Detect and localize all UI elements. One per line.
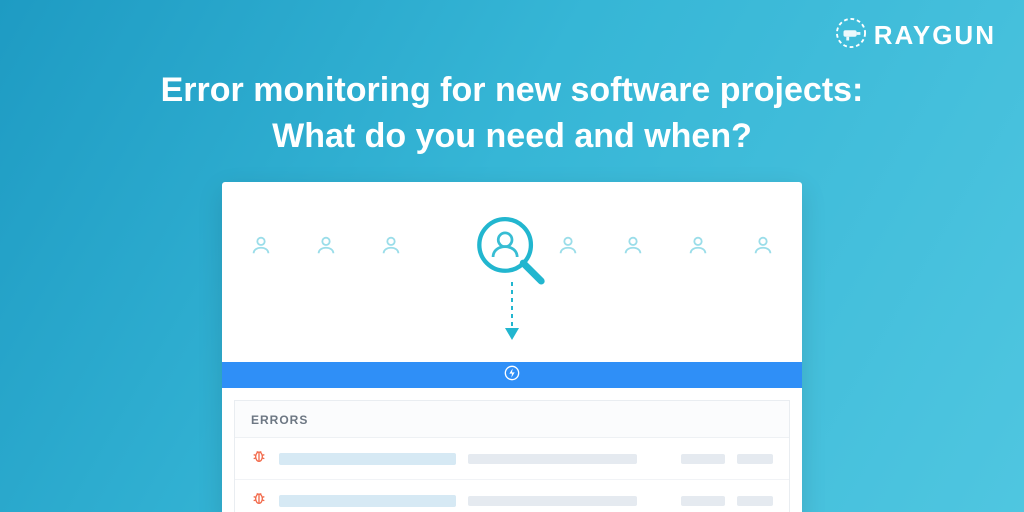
placeholder-bar <box>468 454 637 464</box>
user-row <box>222 202 802 284</box>
user-icon <box>250 234 272 261</box>
user-icon <box>752 234 774 261</box>
user-icon <box>687 234 709 261</box>
arrow-down-icon <box>511 282 513 340</box>
error-row <box>235 438 789 480</box>
user-icon <box>380 234 402 261</box>
user-icon <box>315 234 337 261</box>
placeholder-bar <box>279 495 456 507</box>
brand-logo: RAYGUN <box>836 18 996 53</box>
placeholder-bar <box>279 453 456 465</box>
placeholder-bar <box>468 496 637 506</box>
placeholder-bar <box>737 454 773 464</box>
placeholder-bar <box>737 496 773 506</box>
bug-icon <box>251 448 267 469</box>
raygun-icon <box>836 18 866 53</box>
placeholder-bar <box>681 454 725 464</box>
brand-name: RAYGUN <box>874 20 996 51</box>
user-icon <box>622 234 644 261</box>
user-icon <box>557 234 579 261</box>
errors-panel: ERRORS <box>222 400 802 512</box>
bolt-icon <box>504 365 520 386</box>
bug-icon <box>251 490 267 511</box>
page-title: Error monitoring for new software projec… <box>0 68 1024 160</box>
panel-header-bar <box>222 362 802 388</box>
error-row <box>235 480 789 512</box>
headline-line-1: Error monitoring for new software projec… <box>40 68 984 114</box>
placeholder-bar <box>681 496 725 506</box>
headline-line-2: What do you need and when? <box>40 114 984 160</box>
illustration-card: ERRORS <box>222 182 802 512</box>
errors-section-title: ERRORS <box>235 401 789 438</box>
